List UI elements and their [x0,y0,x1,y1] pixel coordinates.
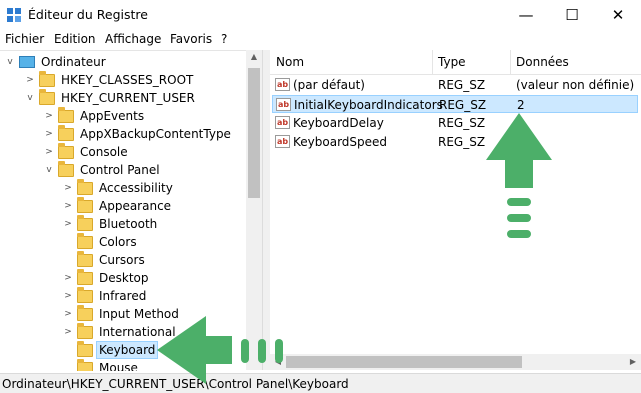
up-arrow-icon [486,113,552,238]
annotation-overlay [157,113,552,384]
left-arrow-icon [157,316,283,384]
